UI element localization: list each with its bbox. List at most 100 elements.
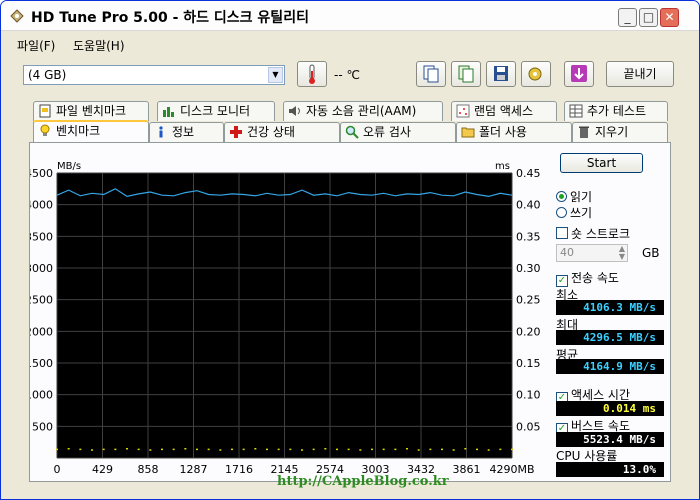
screenshot-button[interactable] xyxy=(564,61,594,87)
access-time-point xyxy=(172,448,175,451)
access-time-point xyxy=(231,448,233,451)
access-time-point xyxy=(207,448,210,451)
chevron-down-icon[interactable]: ▼ xyxy=(268,67,283,83)
tab-disk-monitor[interactable]: 디스크 모니터 xyxy=(157,101,275,121)
access-time-point xyxy=(254,448,257,450)
tab-label: 벤치마크 xyxy=(56,124,101,138)
info-icon xyxy=(159,126,163,138)
access-time-point xyxy=(464,448,467,450)
tab-benchmark[interactable]: 벤치마크 xyxy=(33,120,149,142)
scatter-icon xyxy=(456,104,470,118)
access-time-point xyxy=(91,449,93,451)
read-radio[interactable] xyxy=(556,191,567,202)
tab-info[interactable]: 정보 xyxy=(149,122,224,142)
access-time-point xyxy=(417,449,420,451)
access-time-point xyxy=(394,448,397,451)
x-tick-label: 3861 xyxy=(453,463,481,476)
app-window: HD Tune Pro 5.00 - 하드 디스크 유틸리티 _ □ ✕ 파일(… xyxy=(0,0,700,500)
access-time-point xyxy=(126,448,128,450)
write-option[interactable]: 쓰기 xyxy=(556,204,592,221)
y-left-tick-label: 500 xyxy=(32,420,53,433)
exit-button[interactable]: 끝내기 xyxy=(606,61,674,87)
menu-file[interactable]: 파일(F) xyxy=(17,37,55,54)
close-button[interactable]: ✕ xyxy=(660,8,679,27)
access-time-point xyxy=(429,448,432,451)
access-time-point xyxy=(149,449,152,451)
min-value: 4106.3 MB/s xyxy=(556,300,664,315)
y-right-tick-label: 0.30 xyxy=(516,262,541,275)
read-option[interactable]: 읽기 xyxy=(556,188,592,205)
spinner-arrows-icon[interactable]: ▲ ▼ xyxy=(619,245,625,261)
tab-extra-tests[interactable]: 추가 테스트 xyxy=(564,101,668,121)
x-tick-label: 4290MB xyxy=(489,463,534,476)
copy-info-button[interactable] xyxy=(416,61,446,87)
access-time-point xyxy=(301,449,303,451)
tab-label: 디스크 모니터 xyxy=(180,104,251,118)
temperature-readout: -- ℃ xyxy=(334,68,360,82)
access-time-label: 액세스 시간 xyxy=(571,388,631,402)
benchmark-chart: 4500 4000 3500 3000 2500 2000 1500 1000 500 0.45 0… xyxy=(30,161,541,476)
tab-label: 추가 테스트 xyxy=(587,104,647,118)
minimize-button[interactable]: _ xyxy=(618,8,637,27)
access-time-point xyxy=(336,448,338,451)
y-right-tick-label: 0.10 xyxy=(516,389,541,402)
y-right-tick-label: 0.25 xyxy=(516,294,541,307)
blog-watermark: http://CAppleBlog.co.kr xyxy=(277,474,449,489)
short-stroke-label: 숏 스트로크 xyxy=(571,227,631,241)
tab-random-access[interactable]: 랜덤 액세스 xyxy=(451,101,557,121)
options-button[interactable] xyxy=(521,61,551,87)
y-left-tick-label: 3500 xyxy=(30,230,53,243)
short-stroke-option[interactable]: 숏 스트로크 xyxy=(556,225,630,242)
tab-label: 폴더 사용 xyxy=(479,125,527,139)
file-icon xyxy=(39,104,51,118)
bar-chart-icon xyxy=(163,107,174,117)
short-stroke-value: 40 xyxy=(560,246,574,259)
copy-text-button[interactable] xyxy=(451,61,481,87)
transfer-rate-option[interactable]: ✓ 전송 속도 xyxy=(556,269,619,287)
red-cross-icon xyxy=(230,126,242,138)
tab-health[interactable]: 건강 상태 xyxy=(224,122,340,142)
access-time-point xyxy=(219,449,222,451)
menu-bar: 파일(F) 도움말(H) xyxy=(1,34,699,54)
tab-aam[interactable]: 자동 소음 관리(AAM) xyxy=(283,101,443,121)
start-button[interactable]: Start xyxy=(560,153,643,173)
arrow-down-icon xyxy=(571,65,587,82)
tab-label: 오류 검사 xyxy=(363,125,411,139)
tab-file-benchmark[interactable]: 파일 벤치마크 xyxy=(33,101,149,121)
access-time-point xyxy=(79,448,82,451)
trash-icon xyxy=(579,126,589,138)
short-stroke-spinner[interactable]: 40 ▲ ▼ xyxy=(556,244,628,262)
gb-unit: GB xyxy=(642,246,660,260)
access-time-point xyxy=(476,448,478,451)
tab-error-scan[interactable]: 오류 검사 xyxy=(340,122,456,142)
tab-folder-usage[interactable]: 폴더 사용 xyxy=(456,122,572,142)
y-left-tick-label: 4500 xyxy=(30,167,53,180)
short-stroke-checkbox[interactable] xyxy=(556,227,568,239)
tab-label: 파일 벤치마크 xyxy=(56,104,127,118)
access-time-point xyxy=(242,448,245,451)
max-value: 4296.5 MB/s xyxy=(556,330,664,345)
write-radio[interactable] xyxy=(556,207,567,218)
benchmark-panel: 4500 4000 3500 3000 2500 2000 1500 1000 500 0.45 0… xyxy=(29,142,671,482)
x-tick-label: 1716 xyxy=(225,463,253,476)
y-left-unit: MB/s xyxy=(57,161,81,172)
y-right-unit: ms xyxy=(495,161,510,172)
copy-icon xyxy=(423,65,439,83)
y-right-tick-label: 0.15 xyxy=(516,357,541,370)
x-tick-label: 429 xyxy=(92,463,113,476)
tab-label: 랜덤 액세스 xyxy=(474,104,534,118)
access-time-point xyxy=(347,448,350,451)
drive-select[interactable]: (4 GB) ▼ xyxy=(23,65,285,85)
maximize-button[interactable]: □ xyxy=(639,8,658,27)
thermometer-icon xyxy=(309,64,315,84)
title-bar[interactable]: HD Tune Pro 5.00 - 하드 디스크 유틸리티 _ □ ✕ xyxy=(1,1,699,31)
magnifier-icon xyxy=(345,125,359,139)
menu-help[interactable]: 도움말(H) xyxy=(73,37,125,54)
floppy-disk-icon xyxy=(494,66,508,81)
access-time-point xyxy=(277,448,280,451)
y-left-tick-label: 4000 xyxy=(30,199,53,212)
temperature-button[interactable] xyxy=(297,61,327,87)
save-button[interactable] xyxy=(486,61,516,87)
tab-erase[interactable]: 지우기 xyxy=(572,122,668,142)
access-time-point xyxy=(56,448,58,451)
